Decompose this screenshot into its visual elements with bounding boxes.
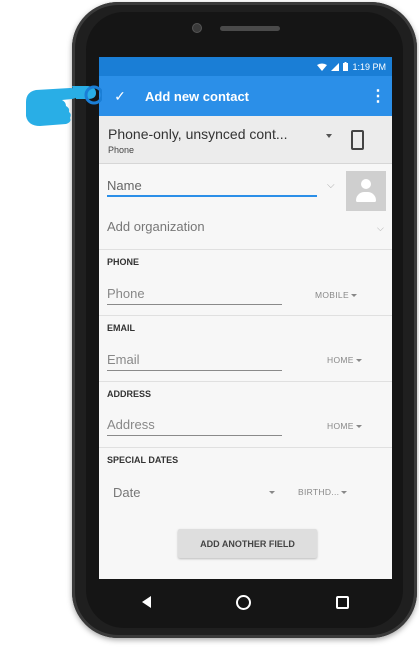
name-field[interactable] (107, 175, 317, 197)
address-field[interactable] (107, 414, 282, 436)
chevron-down-icon: ⌵ (377, 223, 384, 233)
recent-apps-icon[interactable] (336, 595, 350, 609)
wifi-icon (317, 63, 328, 71)
overflow-menu-icon[interactable]: ⋮ (364, 86, 392, 106)
navigation-bar (99, 579, 392, 625)
earpiece (220, 26, 280, 31)
email-type-select[interactable]: HOME (327, 355, 362, 365)
section-header-special-dates: SPECIAL DATES (99, 447, 392, 471)
person-icon-head (361, 179, 371, 189)
home-icon[interactable] (235, 594, 251, 610)
pointing-hand-icon (26, 85, 102, 126)
caret-down-icon (350, 294, 357, 298)
caret-down-icon (326, 134, 332, 138)
phone-type-label: MOBILE (315, 290, 349, 300)
date-field[interactable]: Date (113, 485, 140, 500)
caret-down-icon (355, 359, 362, 363)
chevron-down-icon[interactable]: ⌵ (327, 180, 335, 191)
screen: 1:19 PM ✓ Add new contact ⋮ Phone-only, … (99, 57, 392, 579)
phone-field[interactable] (107, 283, 282, 305)
front-camera (192, 23, 202, 33)
date-type-label: BIRTHD... (298, 487, 340, 497)
email-type-label: HOME (327, 355, 354, 365)
caret-down-icon (341, 491, 348, 495)
phone-device-icon (351, 130, 364, 150)
date-type-select[interactable]: BIRTHD... (298, 487, 348, 497)
avatar[interactable] (346, 171, 386, 211)
address-type-select[interactable]: HOME (327, 421, 362, 431)
email-field[interactable] (107, 349, 282, 371)
section-header-address: ADDRESS (99, 381, 392, 405)
caret-down-icon (355, 425, 362, 429)
add-organization-row[interactable]: Add organization ⌵ (99, 217, 392, 243)
caret-down-icon[interactable] (269, 491, 275, 494)
battery-icon (343, 62, 349, 71)
phone-type-select[interactable]: MOBILE (315, 290, 357, 300)
section-header-phone: PHONE (99, 249, 392, 273)
account-selector[interactable]: Phone-only, unsynced cont... Phone (99, 116, 392, 164)
add-another-field-button[interactable]: ADD ANOTHER FIELD (178, 529, 317, 558)
check-icon[interactable]: ✓ (105, 88, 135, 105)
person-icon-body (356, 192, 376, 202)
account-type: Phone (108, 145, 135, 155)
address-type-label: HOME (327, 421, 354, 431)
section-header-email: EMAIL (99, 315, 392, 339)
back-icon[interactable] (141, 596, 151, 608)
name-row: ⌵ (99, 167, 392, 213)
add-organization-label: Add organization (107, 219, 205, 234)
status-time: 1:19 PM (352, 61, 386, 72)
account-name: Phone-only, unsynced cont... (108, 126, 288, 142)
page-title: Add new contact (145, 88, 250, 104)
signal-icon (331, 62, 340, 71)
status-bar: 1:19 PM (99, 57, 392, 76)
app-bar: ✓ Add new contact ⋮ (99, 76, 392, 116)
